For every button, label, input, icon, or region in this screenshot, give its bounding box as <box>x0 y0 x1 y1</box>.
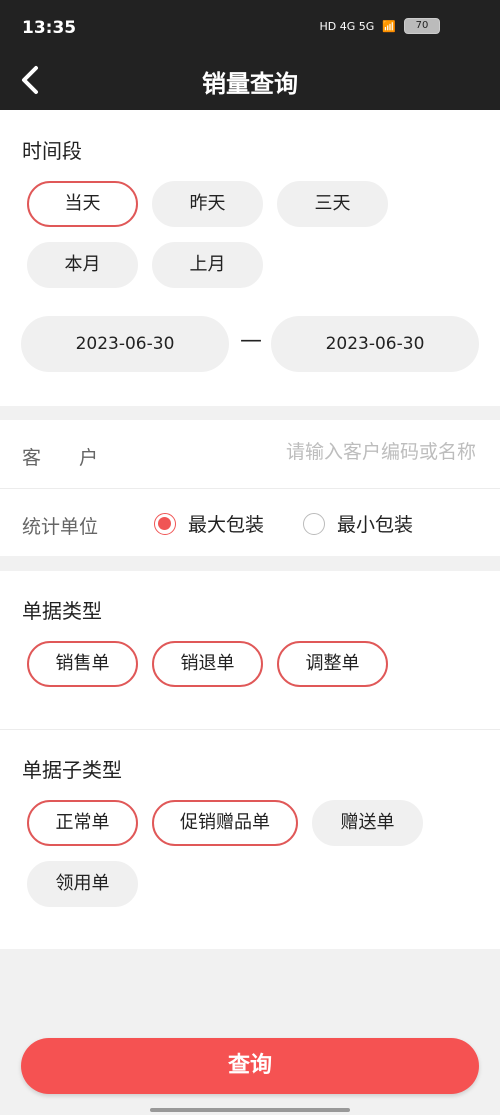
chip-last-month[interactable]: 上月 <box>152 242 263 288</box>
status-icons: HD 4G 5G 📶 70 <box>320 18 440 34</box>
radio-max-package[interactable]: 最大包装 <box>154 510 264 537</box>
status-time: 13:35 <box>22 18 77 38</box>
chip-gift-order[interactable]: 赠送单 <box>312 800 423 846</box>
doc-type-title: 单据类型 <box>22 599 102 623</box>
date-separator: — <box>240 328 262 353</box>
chip-this-month[interactable]: 本月 <box>27 242 138 288</box>
doc-subtype-title: 单据子类型 <box>22 758 122 782</box>
radio-max-package-label: 最大包装 <box>188 514 265 536</box>
customer-label: 客 户 <box>22 447 99 469</box>
radio-min-package-label: 最小包装 <box>337 514 414 536</box>
home-indicator[interactable] <box>150 1108 350 1112</box>
chip-return-order[interactable]: 销退单 <box>152 641 263 687</box>
chip-promo-gift-order[interactable]: 促销赠品单 <box>152 800 298 846</box>
radio-min-package[interactable]: 最小包装 <box>303 510 413 537</box>
time-period-section: 时间段 当天 昨天 三天 本月 上月 2023-06-30 — 2023-06-… <box>0 110 500 406</box>
chip-normal-order[interactable]: 正常单 <box>27 800 138 846</box>
chip-adjust-order[interactable]: 调整单 <box>277 641 388 687</box>
app-header: 13:35 HD 4G 5G 📶 70 销量查询 <box>0 0 500 110</box>
end-date-picker[interactable]: 2023-06-30 <box>271 316 479 372</box>
chip-three-days[interactable]: 三天 <box>277 181 388 227</box>
time-period-title: 时间段 <box>22 139 82 163</box>
radio-unchecked-icon <box>303 512 325 535</box>
divider <box>0 729 500 730</box>
query-button[interactable]: 查询 <box>21 1038 479 1094</box>
chip-sales-order[interactable]: 销售单 <box>27 641 138 687</box>
start-date-picker[interactable]: 2023-06-30 <box>21 316 229 372</box>
doc-type-section: 单据类型 销售单 销退单 调整单 单据子类型 正常单 促销赠品单 赠送单 领用单 <box>0 571 500 949</box>
signal-icons: HD 4G 5G <box>319 19 375 33</box>
filter-section: 客 户 统计单位 最大包装 最小包装 <box>0 420 500 556</box>
battery-icon: 70 <box>404 18 440 34</box>
radio-checked-icon <box>154 512 176 535</box>
divider <box>0 488 500 489</box>
chip-yesterday[interactable]: 昨天 <box>152 181 263 227</box>
chip-today[interactable]: 当天 <box>27 181 138 227</box>
chip-requisition-order[interactable]: 领用单 <box>27 861 138 907</box>
page-title: 销量查询 <box>202 70 298 98</box>
unit-label: 统计单位 <box>22 516 99 538</box>
wifi-icon: 📶 <box>382 19 396 33</box>
customer-input[interactable] <box>214 440 478 464</box>
